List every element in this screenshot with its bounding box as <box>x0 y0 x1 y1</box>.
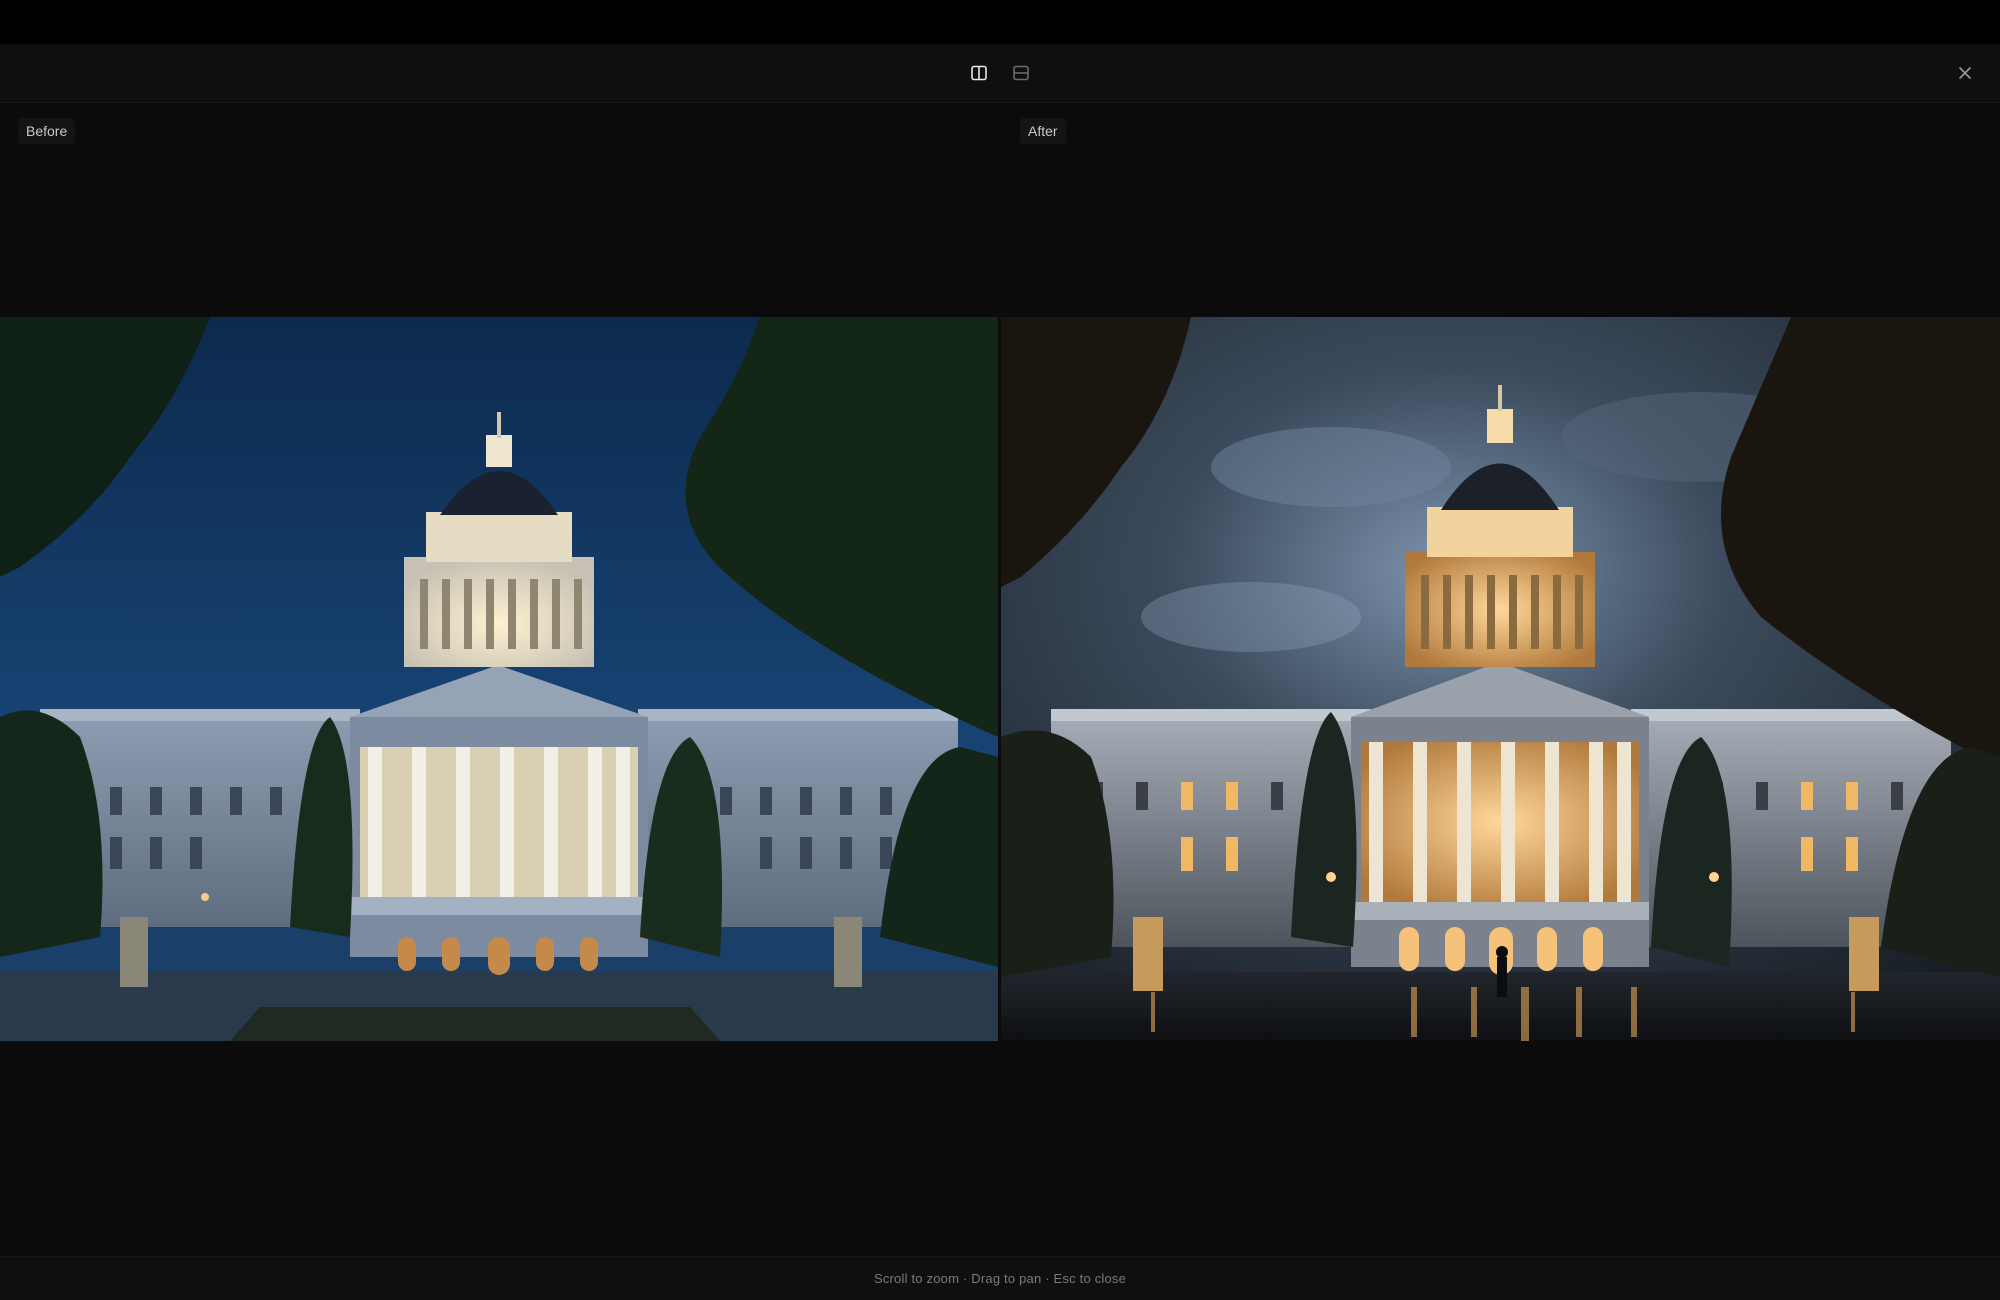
before-photo-illustration <box>0 317 998 1041</box>
before-label: Before <box>18 118 76 144</box>
after-photo-illustration <box>1001 317 2000 1041</box>
viewer-toolbar <box>0 44 2000 103</box>
after-pane[interactable]: After <box>1001 103 2000 1256</box>
before-image <box>0 317 998 1041</box>
keyboard-hint-bar: Scroll to zoom · Drag to pan · Esc to cl… <box>0 1256 2000 1300</box>
before-pane[interactable]: Before <box>0 103 998 1256</box>
close-button[interactable] <box>1950 58 1980 88</box>
rows-icon <box>1013 65 1029 81</box>
side-by-side-toggle[interactable] <box>964 59 994 87</box>
columns-icon <box>971 65 987 81</box>
after-image <box>1001 317 2000 1041</box>
close-icon <box>1959 67 1971 79</box>
window-top-strip <box>0 0 2000 44</box>
after-label: After <box>1020 118 1066 144</box>
compare-viewer: Before After Scroll to zoom · Drag to pa… <box>0 0 2000 1300</box>
stacked-toggle[interactable] <box>1006 59 1036 87</box>
hint-text: Scroll to zoom · Drag to pan · Esc to cl… <box>873 1271 1127 1286</box>
comparison-area[interactable]: Before After <box>0 103 2000 1256</box>
